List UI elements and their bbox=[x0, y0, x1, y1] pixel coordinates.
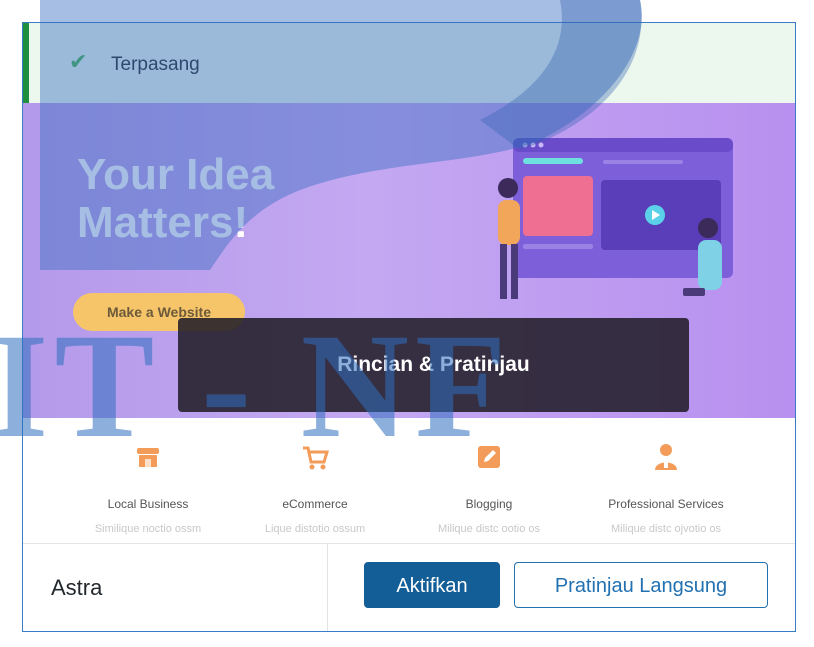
theme-name: Astra bbox=[51, 575, 103, 600]
feature-title: Blogging bbox=[465, 497, 513, 511]
installed-notice: ✔ Terpasang bbox=[23, 23, 795, 103]
edit-icon bbox=[478, 446, 500, 468]
details-preview-overlay[interactable]: Rincian & Pratinjau bbox=[178, 318, 689, 412]
feature-desc: Similique noctio ossm bbox=[94, 523, 202, 535]
theme-footer: Astra Aktifkan Pratinjau Langsung bbox=[23, 543, 795, 631]
hero-headline: Your Idea Matters! bbox=[77, 151, 397, 247]
store-icon bbox=[137, 448, 159, 467]
live-preview-button[interactable]: Pratinjau Langsung bbox=[514, 562, 768, 608]
feature-ecommerce: eCommerce Lique distotio ossum bbox=[225, 442, 405, 535]
features-section: Local Business Similique noctio ossm eCo… bbox=[23, 418, 795, 563]
feature-title: Professional Services bbox=[608, 497, 724, 511]
theme-screenshot[interactable]: Your Idea Matters! Make a Website Local … bbox=[23, 103, 795, 563]
feature-desc: Lique distotio ossum bbox=[264, 523, 366, 535]
feature-desc: Milique distc ootio os bbox=[437, 523, 541, 535]
activate-button[interactable]: Aktifkan bbox=[364, 562, 500, 608]
person-icon bbox=[655, 444, 677, 470]
notice-text: Terpasang bbox=[111, 54, 200, 75]
check-icon: ✔ bbox=[69, 49, 88, 74]
headline-line-1: Your Idea bbox=[77, 150, 275, 199]
footer-divider bbox=[327, 544, 328, 631]
headline-line-2: Matters! bbox=[77, 198, 249, 247]
feature-professional-services: Professional Services Milique distc ojvo… bbox=[576, 442, 756, 535]
feature-local-business: Local Business Similique noctio ossm bbox=[58, 442, 238, 535]
feature-title: Local Business bbox=[107, 497, 189, 511]
feature-blogging: Blogging Milique distc ootio os bbox=[399, 442, 579, 535]
feature-desc: Milique distc ojvotio os bbox=[610, 523, 722, 535]
feature-title: eCommerce bbox=[282, 497, 348, 511]
cart-icon bbox=[303, 446, 330, 470]
theme-card: ✔ Terpasang Your Idea Matters! Make a We… bbox=[22, 22, 796, 632]
